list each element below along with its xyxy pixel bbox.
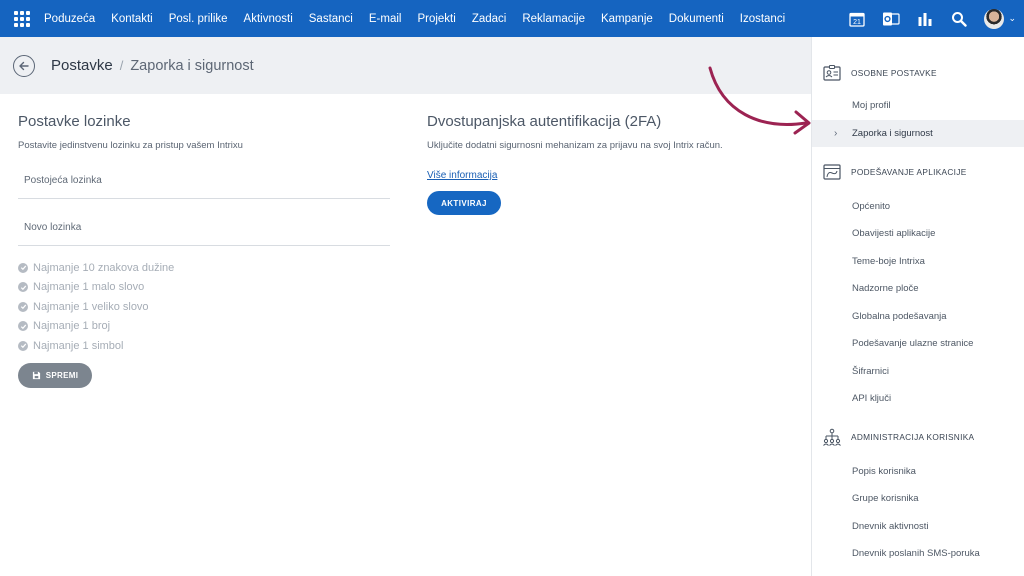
arrow-left-icon: [19, 61, 29, 70]
apps-grid-icon[interactable]: [0, 0, 44, 37]
sidebar-item-zaporka-i-sigurnost[interactable]: › Zaporka i sigurnost: [812, 120, 1024, 147]
password-rule: Najmanje 10 znakova dužine: [18, 258, 390, 278]
settings-sidebar: OSOBNE POSTAVKE Moj profil › Zaporka i si…: [811, 37, 1024, 576]
current-password-field[interactable]: Postojeća lozinka: [18, 175, 390, 199]
sidebar-item-obavijesti-aplikacije[interactable]: Obavijesti aplikacije: [812, 220, 1024, 247]
sidebar-item-opcenito[interactable]: Općenito: [812, 193, 1024, 220]
sidebar-item-globalna-podesavanja[interactable]: Globalna podešavanja: [812, 303, 1024, 330]
back-button[interactable]: [13, 54, 35, 77]
sidebar-item-moj-profil[interactable]: Moj profil: [812, 92, 1024, 119]
nav-item-posl-prilike[interactable]: Posl. prilike: [169, 13, 228, 25]
sidebar-item-popis-korisnika[interactable]: Popis korisnika: [812, 458, 1024, 485]
password-settings-section: Postavke lozinke Postavite jedinstvenu l…: [18, 113, 390, 356]
two-factor-section: Dvostupanjska autentifikacija (2FA) Uklj…: [427, 113, 723, 183]
sidebar-item-sifrarnici[interactable]: Šifrarnici: [812, 358, 1024, 385]
nav-item-kampanje[interactable]: Kampanje: [601, 13, 653, 25]
activate-2fa-button[interactable]: AKTIVIRAJ: [427, 191, 501, 215]
sidebar-item-api-kljuci[interactable]: API ključi: [812, 385, 1024, 412]
sidebar-item-nadzorne-ploce[interactable]: Nadzorne ploče: [812, 275, 1024, 302]
nav-item-izostanci[interactable]: Izostanci: [740, 13, 785, 25]
calendar-icon[interactable]: 21: [840, 0, 874, 37]
nav-item-sastanci[interactable]: Sastanci: [309, 13, 353, 25]
sidebar-section-title: OSOBNE POSTAVKE: [851, 68, 937, 78]
nav-item-aktivnosti[interactable]: Aktivnosti: [244, 13, 293, 25]
sidebar-section-title: ADMINISTRACIJA KORISNIKA: [851, 432, 975, 442]
sidebar-item-ulazna-stranica[interactable]: Podešavanje ulazne stranice: [812, 330, 1024, 357]
check-circle-icon: [18, 282, 28, 293]
outlook-icon[interactable]: [874, 0, 908, 37]
search-icon[interactable]: [942, 0, 976, 37]
password-rules-list: Najmanje 10 znakova dužine Najmanje 1 ma…: [18, 258, 390, 356]
nav-item-zadaci[interactable]: Zadaci: [472, 13, 507, 25]
sidebar-item-dnevnik-aktivnosti[interactable]: Dnevnik aktivnosti: [812, 513, 1024, 540]
org-chart-icon: [822, 428, 842, 446]
password-section-subtitle: Postavite jedinstvenu lozinku za pristup…: [18, 140, 243, 151]
breadcrumb-root[interactable]: Postavke: [51, 57, 113, 74]
annotation-arrow-icon: [708, 66, 811, 135]
avatar[interactable]: [984, 8, 1005, 29]
sidebar-section-personal: OSOBNE POSTAVKE: [812, 63, 1024, 83]
page-header: Postavke / Zaporka i sigurnost: [0, 37, 811, 94]
main-nav: Poduzeća Kontakti Posl. prilike Aktivnos…: [44, 0, 801, 37]
breadcrumb-separator: /: [119, 58, 124, 73]
password-rule: Najmanje 1 veliko slovo: [18, 297, 390, 317]
nav-item-reklamacije[interactable]: Reklamacije: [522, 13, 585, 25]
bar-chart-icon[interactable]: [908, 0, 942, 37]
check-circle-icon: [18, 340, 28, 351]
sidebar-item-teme-boje[interactable]: Teme-boje Intrixa: [812, 248, 1024, 275]
breadcrumb-current: Zaporka i sigurnost: [130, 57, 254, 74]
sidebar-section-title: PODEŠAVANJE APLIKACIJE: [851, 167, 967, 177]
sidebar-section-app-settings: PODEŠAVANJE APLIKACIJE: [812, 162, 1024, 182]
password-rule: Najmanje 1 simbol: [18, 336, 390, 356]
top-navigation-bar: Poduzeća Kontakti Posl. prilike Aktivnos…: [0, 0, 1024, 37]
password-rule: Najmanje 1 broj: [18, 317, 390, 337]
new-password-field[interactable]: Novo lozinka: [18, 222, 390, 246]
sidebar-item-grupe-korisnika[interactable]: Grupe korisnika: [812, 485, 1024, 512]
id-card-icon: [822, 64, 842, 82]
sidebar-item-dnevnik-sms[interactable]: Dnevnik poslanih SMS-poruka: [812, 540, 1024, 567]
more-info-link[interactable]: Više informacija: [427, 170, 497, 181]
password-section-title: Postavke lozinke: [18, 113, 131, 130]
check-circle-icon: [18, 301, 28, 312]
twofa-subtitle: Uključite dodatni sigurnosni mehanizam z…: [427, 140, 723, 151]
app-window-icon: [822, 163, 842, 181]
password-rule: Najmanje 1 malo slovo: [18, 278, 390, 298]
nav-item-dokumenti[interactable]: Dokumenti: [669, 13, 724, 25]
nav-item-poduzeca[interactable]: Poduzeća: [44, 13, 95, 25]
nav-item-kontakti[interactable]: Kontakti: [111, 13, 153, 25]
nav-item-projekti[interactable]: Projekti: [417, 13, 455, 25]
chevron-down-icon[interactable]: ⌄: [1008, 13, 1016, 24]
chevron-right-icon: ›: [834, 128, 838, 139]
floppy-disk-icon: [32, 371, 40, 380]
nav-item-email[interactable]: E-mail: [369, 13, 402, 25]
save-button[interactable]: SPREMI: [18, 363, 92, 388]
svg-text:21: 21: [854, 19, 862, 26]
sidebar-section-user-admin: ADMINISTRACIJA KORISNIKA: [812, 427, 1024, 447]
check-circle-icon: [18, 321, 28, 332]
twofa-title: Dvostupanjska autentifikacija (2FA): [427, 113, 662, 130]
check-circle-icon: [18, 262, 28, 273]
